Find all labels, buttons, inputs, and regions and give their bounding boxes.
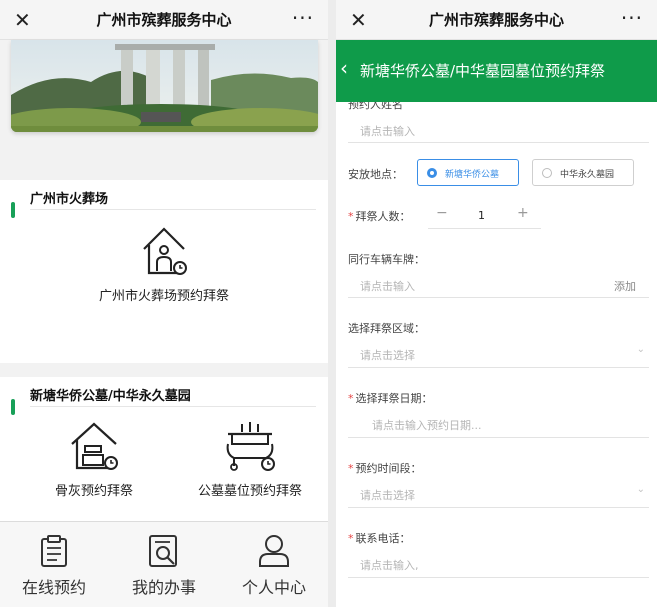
time-label: * 预约时间段：: [348, 460, 422, 476]
divider: [30, 209, 316, 210]
more-icon[interactable]: ···: [292, 6, 314, 30]
close-icon[interactable]: ✕: [14, 8, 31, 32]
time-select[interactable]: 请点击选择: [360, 487, 415, 503]
back-icon[interactable]: ‹: [340, 56, 348, 80]
tile-label: 广州市火葬场预约拜祭: [98, 289, 229, 304]
tab-online-booking[interactable]: 在线预约: [4, 534, 104, 598]
person-icon: [259, 535, 289, 567]
count-label-text: 拜祭人数：: [355, 210, 411, 223]
section-cemetery: 新塘华侨公墓/中华永久墓园 骨灰预约拜祭 公墓墓位预约拜祭: [0, 377, 328, 521]
name-input[interactable]: 请点击输入: [360, 123, 415, 139]
date-label-text: 选择拜祭日期：: [355, 392, 433, 405]
area-label: 选择拜祭区域：: [348, 322, 425, 335]
close-icon[interactable]: ✕: [350, 8, 367, 32]
phone-label-text: 联系电话：: [355, 532, 411, 545]
phone-input[interactable]: 请点击输入,: [360, 557, 419, 573]
section-marker: [11, 399, 15, 415]
urn-house-clock-icon: [71, 422, 118, 470]
tile-crematorium-worship[interactable]: 广州市火葬场预约拜祭: [84, 225, 244, 304]
section-heading: 新塘华侨公墓/中华永久墓园: [30, 389, 191, 404]
tile-ashes-worship[interactable]: 骨灰预约拜祭: [34, 420, 154, 499]
radio-label: 中华永久墓园: [560, 170, 615, 180]
tab-my-affairs[interactable]: 我的办事: [114, 534, 214, 598]
increment-button[interactable]: +: [517, 205, 529, 221]
divider: [348, 437, 649, 438]
form-title: 新塘华侨公墓/中华墓园墓位预约拜祭: [360, 62, 606, 80]
home-screen: ✕ 广州市殡葬服务中心 ··· 广州市火葬场 广州市火葬场预约拜祭 新塘华侨公墓…: [0, 0, 328, 607]
divider: [348, 367, 649, 368]
tab-label: 在线预约: [21, 578, 86, 597]
divider: [348, 507, 649, 508]
decrement-button[interactable]: −: [436, 205, 448, 221]
count-label: * 拜祭人数：: [348, 208, 411, 224]
booking-form-screen: ✕ 广州市殡葬服务中心 ··· 预约人姓名 ‹ 新塘华侨公墓/中华墓园墓位预约拜…: [336, 0, 657, 607]
tab-personal-center[interactable]: 个人中心: [224, 534, 324, 598]
section-marker: [11, 202, 15, 218]
date-input[interactable]: 请点击输入预约日期...: [372, 417, 482, 433]
bottom-tab-bar: 在线预约 我的办事 个人中心: [0, 521, 328, 607]
top-bar: ✕ 广州市殡葬服务中心 ···: [336, 0, 657, 40]
clipboard-icon: [41, 535, 67, 567]
required-mark: *: [348, 392, 354, 405]
house-clock-icon: [143, 227, 187, 275]
plate-input[interactable]: 请点击输入: [360, 278, 415, 294]
top-bar: ✕ 广州市殡葬服务中心 ···: [0, 0, 328, 40]
divider: [348, 142, 649, 143]
required-mark: *: [348, 462, 354, 475]
radio-xintang[interactable]: 新塘华侨公墓: [417, 159, 519, 186]
date-label: * 选择拜祭日期：: [348, 390, 433, 406]
banner-image: [11, 40, 318, 132]
section-crematorium: 广州市火葬场 广州市火葬场预约拜祭: [0, 180, 328, 363]
location-label: 安放地点：: [348, 168, 403, 181]
tile-label: 公墓墓位预约拜祭: [197, 484, 302, 499]
tile-label: 骨灰预约拜祭: [54, 484, 133, 499]
more-icon[interactable]: ···: [621, 6, 643, 30]
radio-label: 新塘华侨公墓: [445, 170, 500, 180]
cemetery-gate-photo: [11, 40, 318, 132]
divider: [30, 406, 316, 407]
area-select[interactable]: 请点击选择: [360, 347, 415, 363]
tab-label: 我的办事: [131, 578, 196, 597]
document-search-icon: [149, 535, 177, 567]
add-plate-button[interactable]: 添加: [614, 278, 636, 294]
required-mark: *: [348, 532, 354, 545]
divider: [348, 297, 649, 298]
chevron-down-icon[interactable]: ⌄: [637, 484, 645, 495]
tile-grave-worship[interactable]: 公墓墓位预约拜祭: [180, 420, 320, 499]
divider: [428, 228, 541, 229]
plate-label: 同行车辆车牌：: [348, 253, 425, 266]
radio-selected-icon: [427, 168, 437, 178]
chevron-down-icon[interactable]: ⌄: [637, 344, 645, 355]
form-header: ‹ 新塘华侨公墓/中华墓园墓位预约拜祭: [336, 40, 657, 102]
radio-unselected-icon: [542, 168, 552, 178]
page-title: 广州市殡葬服务中心: [96, 11, 232, 29]
section-heading: 广州市火葬场: [30, 192, 109, 207]
radio-zhonghua[interactable]: 中华永久墓园: [532, 159, 634, 186]
time-label-text: 预约时间段：: [355, 462, 422, 475]
count-value[interactable]: 1: [478, 209, 485, 222]
page-title: 广州市殡葬服务中心: [428, 11, 564, 29]
required-mark: *: [348, 210, 354, 223]
divider: [348, 577, 649, 578]
phone-label: * 联系电话：: [348, 530, 411, 546]
tab-label: 个人中心: [241, 578, 306, 597]
altar-clock-icon: [226, 422, 275, 471]
